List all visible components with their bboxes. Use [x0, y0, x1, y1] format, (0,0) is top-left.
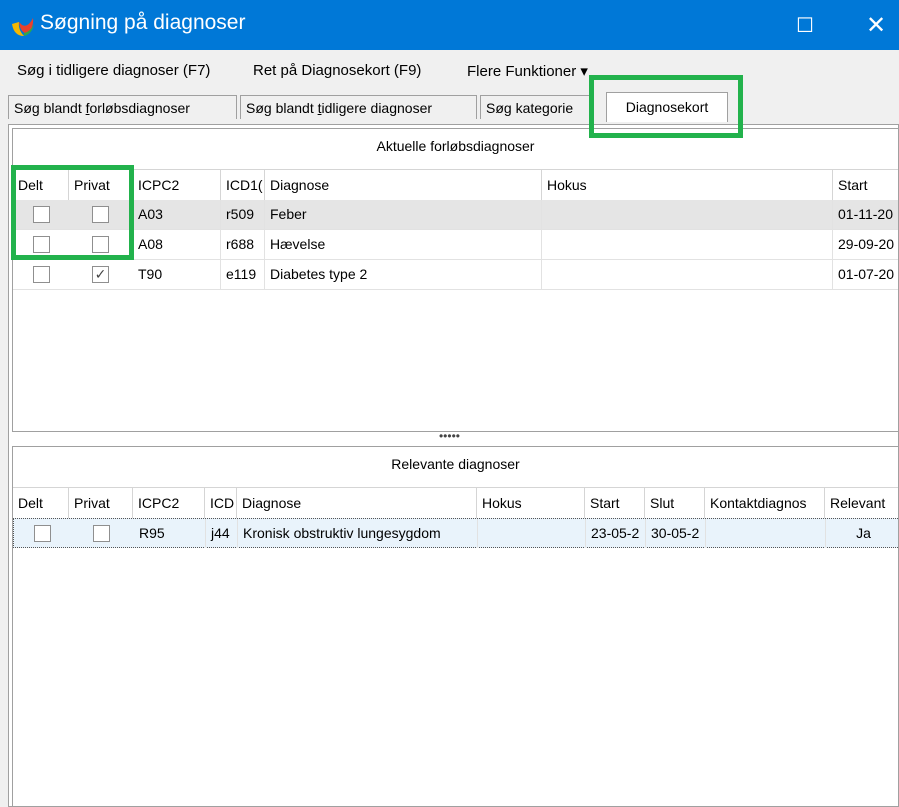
tab-label-part: Søg blandt [14, 100, 86, 116]
col-kontaktdiagnose[interactable]: Kontaktdiagnos [705, 488, 825, 518]
menu-bar: Søg i tidligere diagnoser (F7) Ret på Di… [0, 50, 899, 92]
col-delt[interactable]: Delt [13, 170, 69, 200]
relevant-diagnoses-header: Delt Privat ICPC2 ICD Diagnose Hokus Sta… [13, 487, 898, 519]
panel-splitter[interactable]: ••••• [0, 430, 899, 446]
tab-label-part: orløbsdiagnoser [89, 100, 190, 116]
cell-diagnose: Kronisk obstruktiv lungesygdom [238, 519, 478, 548]
col-diagnose[interactable]: Diagnose [237, 488, 477, 518]
table-row[interactable]: A08 r688 Hævelse 29-09-20 [13, 230, 898, 260]
tab-search-previous-diagnoses[interactable]: Søg blandt tidligere diagnoser [240, 95, 477, 119]
tab-search-course-diagnoses[interactable]: Søg blandt forløbsdiagnoser [8, 95, 237, 119]
privat-checkbox[interactable] [93, 525, 110, 542]
cell-hokus [542, 200, 833, 229]
title-bar: Søgning på diagnoser ☐ ✕ [0, 0, 899, 50]
window-title: Søgning på diagnoser [40, 11, 246, 34]
col-privat[interactable]: Privat [69, 170, 133, 200]
cell-start: 29-09-20 [838, 236, 895, 252]
tab-label: Diagnosekort [625, 99, 709, 115]
tab-search-categories[interactable]: Søg kategorie [480, 95, 594, 119]
tab-diagnosis-card[interactable]: Diagnosekort [606, 92, 728, 122]
cell-hokus [542, 260, 833, 289]
cell-icd: e119 [221, 260, 265, 289]
col-icd[interactable]: ICD1( [221, 170, 265, 200]
table-row[interactable]: R95 j44 Kronisk obstruktiv lungesygdom 2… [13, 518, 898, 548]
privat-checkbox[interactable]: ✓ [92, 266, 109, 283]
cell-start: 01-11-20 [838, 206, 894, 222]
col-relevant[interactable]: Relevant [825, 488, 898, 518]
current-diagnoses-header: Delt Privat ICPC2 ICD1( Diagnose Hokus S… [13, 169, 898, 201]
app-logo-icon [12, 18, 34, 36]
privat-checkbox[interactable] [92, 206, 109, 223]
delt-checkbox[interactable] [33, 206, 50, 223]
menu-search-previous[interactable]: Søg i tidligere diagnoser (F7) [17, 62, 210, 79]
cell-slut: 30-05-2 [646, 519, 706, 548]
col-delt[interactable]: Delt [13, 488, 69, 518]
maximize-icon: ☐ [796, 14, 814, 37]
col-icd[interactable]: ICD [205, 488, 237, 518]
maximize-button[interactable]: ☐ [782, 0, 828, 50]
col-icpc2[interactable]: ICPC2 [133, 170, 221, 200]
menu-more-functions[interactable]: Flere Funktioner ▾ [467, 62, 588, 80]
close-icon: ✕ [865, 11, 887, 39]
col-privat[interactable]: Privat [69, 488, 133, 518]
cell-start: 01-07-20 [838, 266, 895, 282]
relevant-diagnoses-panel: Relevante diagnoser Delt Privat ICPC2 IC… [12, 446, 899, 807]
delt-checkbox[interactable] [33, 266, 50, 283]
cell-relevant: Ja [856, 525, 871, 541]
current-diagnoses-panel: Aktuelle forløbsdiagnoser Delt Privat IC… [12, 128, 899, 432]
tab-label-part: Søg blandt [246, 100, 318, 116]
cell-icpc2: A08 [133, 230, 221, 259]
cell-diagnose: Diabetes type 2 [265, 260, 542, 289]
privat-checkbox[interactable] [92, 236, 109, 253]
cell-start: 23-05-2 [586, 519, 646, 548]
cell-diagnose: Hævelse [265, 230, 542, 259]
tab-label: Søg kategorie [486, 100, 574, 116]
table-row[interactable]: ✓ T90 e119 Diabetes type 2 01-07-20 [13, 260, 898, 290]
cell-icd: r509 [221, 200, 265, 229]
current-diagnoses-title: Aktuelle forløbsdiagnoser [376, 138, 535, 154]
col-diagnose[interactable]: Diagnose [265, 170, 542, 200]
cell-icpc2: A03 [133, 200, 221, 229]
cell-hokus [478, 519, 586, 548]
cell-diagnose: Feber [265, 200, 542, 229]
col-hokus[interactable]: Hokus [542, 170, 833, 200]
col-start[interactable]: Start [833, 170, 898, 200]
col-hokus[interactable]: Hokus [477, 488, 585, 518]
tab-label-part: idligere diagnoser [321, 100, 433, 116]
cell-icd: j44 [206, 519, 238, 548]
tab-strip: Søg blandt forløbsdiagnoser Søg blandt t… [0, 92, 899, 124]
col-icpc2[interactable]: ICPC2 [133, 488, 205, 518]
cell-kontaktdiagnose [706, 519, 826, 548]
close-button[interactable]: ✕ [853, 0, 899, 50]
relevant-diagnoses-title: Relevante diagnoser [391, 456, 520, 472]
menu-edit-diagnosis-card[interactable]: Ret på Diagnosekort (F9) [253, 62, 421, 79]
col-slut[interactable]: Slut [645, 488, 705, 518]
cell-icpc2: R95 [134, 519, 206, 548]
cell-icd: r688 [221, 230, 265, 259]
cell-icpc2: T90 [133, 260, 221, 289]
table-row[interactable]: A03 r509 Feber 01-11-20 [13, 200, 898, 230]
delt-checkbox[interactable] [33, 236, 50, 253]
cell-hokus [542, 230, 833, 259]
col-start[interactable]: Start [585, 488, 645, 518]
delt-checkbox[interactable] [34, 525, 51, 542]
